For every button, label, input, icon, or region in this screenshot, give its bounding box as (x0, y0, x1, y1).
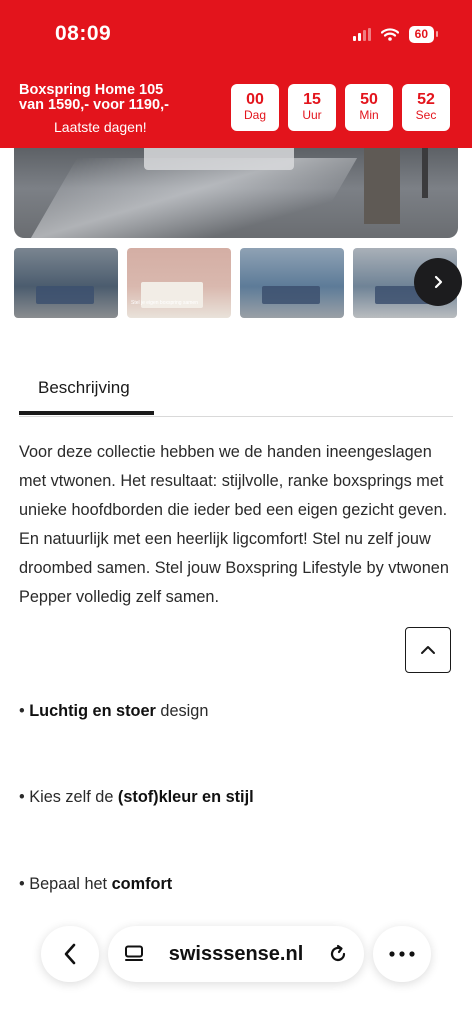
signal-icon (352, 28, 371, 41)
countdown-label: Sec (415, 108, 437, 122)
bullet-prefix: • Kies zelf de (19, 788, 118, 806)
image-pillar (422, 148, 428, 198)
thumbnail-1[interactable] (14, 248, 118, 318)
countdown-minutes: 50 Min (345, 84, 393, 131)
countdown-value: 50 (360, 91, 378, 108)
reload-icon[interactable] (328, 944, 348, 964)
tab-beschrijving[interactable]: Beschrijving (38, 378, 130, 398)
chevron-up-icon (421, 646, 435, 654)
countdown-value: 52 (417, 91, 435, 108)
address-bar[interactable]: swisssense.nl (108, 926, 364, 982)
countdown-days: 00 Dag (231, 84, 279, 131)
wifi-icon (380, 28, 399, 41)
gallery-next-button[interactable] (414, 258, 462, 306)
feature-bullet: • Bepaal het comfort (19, 875, 172, 894)
image-floor-light (30, 158, 358, 238)
countdown-seconds: 52 Sec (402, 84, 450, 131)
bullet-bold: (stof)kleur en stijl (117, 788, 254, 806)
countdown-value: 00 (246, 91, 264, 108)
product-description: Voor deze collectie hebben we de handen … (19, 443, 449, 606)
countdown-label: Dag (243, 108, 266, 122)
thumbnail-2[interactable]: Stel je eigen boxspring samen (127, 248, 231, 318)
thumbnail-bed (262, 286, 320, 304)
bullet-prefix: • Bepaal het (19, 875, 112, 893)
bullet-suffix: design (155, 702, 209, 720)
status-time: 08:09 (55, 22, 112, 45)
scroll-to-top-button[interactable] (405, 627, 451, 673)
more-options-button[interactable] (373, 926, 431, 982)
feature-bullet: • Kies zelf de (stof)kleur en stijl (19, 788, 254, 807)
thumbnail-strip: Stel je eigen boxspring samen (14, 248, 457, 318)
reader-icon[interactable] (124, 945, 144, 963)
countdown-value: 15 (303, 91, 321, 108)
countdown-label: Uur (302, 108, 322, 122)
bullet-prefix: • (19, 702, 30, 720)
countdown-label: Min (359, 108, 379, 122)
image-pillar (364, 148, 400, 224)
countdown-hours: 15 Uur (288, 84, 336, 131)
promo-banner: 08:09 60 Boxspring Home 105 van 1590,- v… (0, 0, 472, 148)
thumbnail-caption: Stel je eigen boxspring samen (131, 300, 198, 306)
back-button[interactable] (41, 926, 99, 982)
countdown-timer: 00 Dag 15 Uur 50 Min 52 Sec (231, 84, 450, 131)
bullet-bold: comfort (111, 875, 173, 893)
tab-divider (19, 416, 453, 417)
back-icon (64, 943, 76, 965)
bullet-bold: Luchtig en stoer (29, 702, 156, 720)
thumbnail-3[interactable] (240, 248, 344, 318)
tab-active-indicator (19, 411, 154, 415)
url-text[interactable]: swisssense.nl (169, 943, 304, 966)
battery-icon: 60 (408, 26, 439, 43)
promo-price[interactable]: van 1590,- voor 1190,- (19, 98, 169, 113)
promo-note: Laatste dagen! (54, 119, 147, 135)
chevron-right-icon (434, 275, 443, 289)
more-icon (389, 951, 415, 957)
status-icons: 60 (352, 26, 439, 43)
thumbnail-bed (36, 286, 94, 304)
image-bed-base (144, 148, 294, 170)
product-main-image[interactable] (14, 148, 458, 238)
feature-bullet: • Luchtig en stoer design (19, 702, 208, 721)
promo-title[interactable]: Boxspring Home 105 (19, 83, 163, 98)
